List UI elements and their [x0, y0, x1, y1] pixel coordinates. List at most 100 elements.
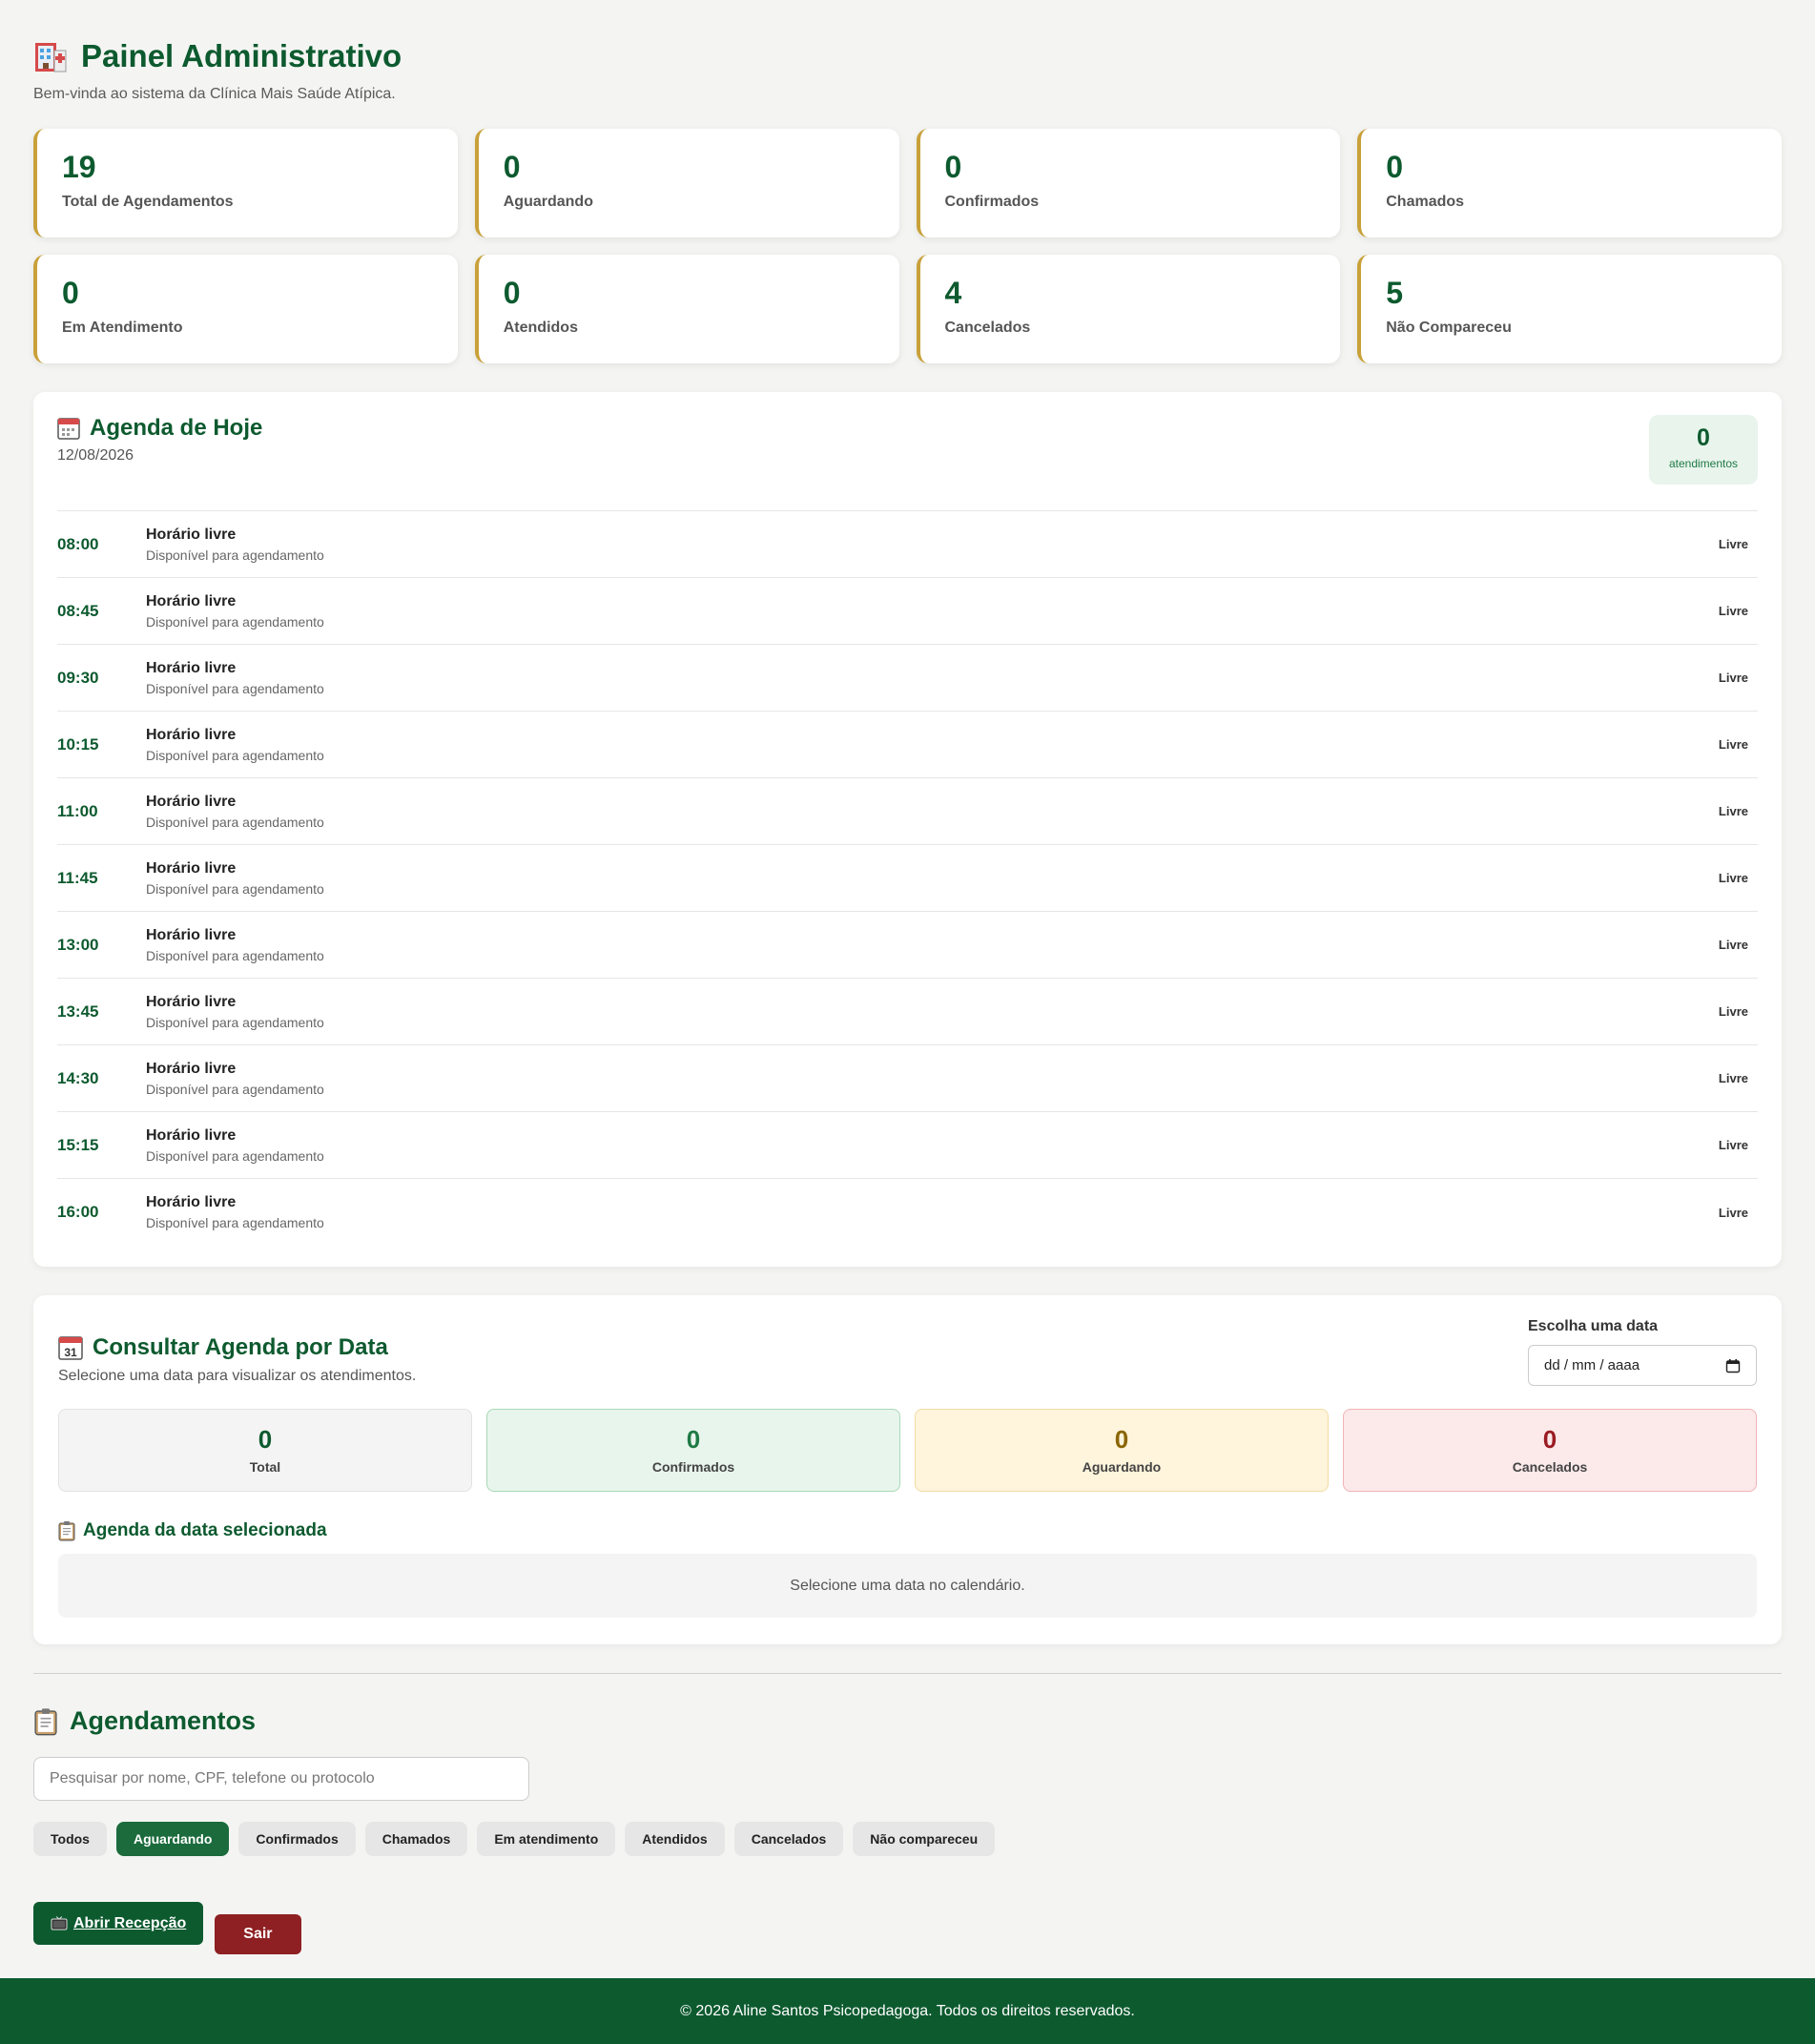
- filter-cancelados[interactable]: Cancelados: [733, 1822, 844, 1856]
- appointments-title: Agendamentos: [33, 1706, 1782, 1736]
- slot-time: 16:00: [57, 1203, 99, 1221]
- slot-title: Horário livre: [146, 926, 237, 943]
- summary-value: 0: [258, 1425, 273, 1454]
- slot-description: Disponível para agendamento: [146, 947, 324, 963]
- status-filters: Todos Aguardando Confirmados Chamados Em…: [33, 1822, 1782, 1856]
- slot-status: Livre: [1718, 804, 1748, 818]
- summary-value: 0: [686, 1425, 701, 1454]
- stat-value: 0: [62, 276, 79, 310]
- clipboard-icon: [58, 1521, 75, 1541]
- filter-aguardando[interactable]: Aguardando: [115, 1822, 230, 1856]
- summary-label: Total: [249, 1459, 281, 1475]
- stat-value: 19: [62, 150, 96, 184]
- time-slot[interactable]: 09:30 Horário livre Disponível para agenda…: [57, 645, 1758, 712]
- time-slot[interactable]: 11:00 Horário livre Disponível para agenda…: [57, 778, 1758, 845]
- stat-card-aguardando: 0 Aguardando: [474, 129, 899, 237]
- selected-date-title-text: Agenda da data selecionada: [83, 1520, 327, 1540]
- consult-title-text: Consultar Agenda por Data: [93, 1334, 388, 1360]
- slot-time: 08:00: [57, 534, 99, 553]
- slot-description: Disponível para agendamento: [146, 747, 324, 763]
- summary-total: 0 Total: [58, 1409, 472, 1492]
- slot-title: Horário livre: [146, 659, 237, 676]
- stat-card-em-atendimento: 0 Em Atendimento: [33, 255, 458, 363]
- slot-title: Horário livre: [146, 793, 237, 810]
- slot-time: 11:00: [57, 801, 98, 820]
- slot-time: 11:45: [57, 868, 98, 887]
- stat-label: Aguardando: [503, 194, 593, 210]
- time-slot[interactable]: 08:00 Horário livre Disponível para agenda…: [57, 511, 1758, 578]
- today-agenda-panel: Agenda de Hoje 12/08/2026 0 atendimentos…: [33, 392, 1782, 1267]
- stat-label: Chamados: [1386, 194, 1465, 210]
- clipboard-icon: [34, 1707, 57, 1735]
- summary-value: 0: [1542, 1425, 1557, 1454]
- time-slot[interactable]: 15:15 Horário livre Disponível para agenda…: [57, 1112, 1758, 1179]
- slot-time: 14:30: [57, 1068, 99, 1087]
- summary-cancelados: 0 Cancelados: [1343, 1409, 1757, 1492]
- slot-title: Horário livre: [146, 1194, 237, 1210]
- summary-label: Cancelados: [1512, 1459, 1588, 1475]
- slot-list: 08:00 Horário livre Disponível para agenda…: [57, 511, 1758, 1246]
- slot-status: Livre: [1718, 1205, 1748, 1220]
- filter-chamados[interactable]: Chamados: [364, 1822, 468, 1856]
- filter-atendidos[interactable]: Atendidos: [625, 1822, 725, 1856]
- slot-status: Livre: [1718, 1071, 1748, 1085]
- slot-status: Livre: [1718, 737, 1748, 752]
- slot-description: Disponível para agendamento: [146, 680, 324, 696]
- slot-status: Livre: [1718, 537, 1748, 551]
- slot-title: Horário livre: [146, 592, 237, 609]
- summary-label: Confirmados: [651, 1459, 735, 1475]
- time-slot[interactable]: 08:45 Horário livre Disponível para agenda…: [57, 578, 1758, 645]
- open-reception-button[interactable]: Abrir Recepção: [33, 1902, 204, 1945]
- tv-icon: [51, 1915, 68, 1930]
- slot-title: Horário livre: [146, 993, 237, 1010]
- time-slot[interactable]: 11:45 Horário livre Disponível para agenda…: [57, 845, 1758, 912]
- today-count-label: atendimentos: [1668, 457, 1739, 470]
- slot-description: Disponível para agendamento: [146, 814, 324, 830]
- stat-value: 0: [1386, 150, 1404, 184]
- time-slot[interactable]: 16:00 Horário livre Disponível para agenda…: [57, 1179, 1758, 1246]
- filter-nao-compareceu[interactable]: Não compareceu: [853, 1822, 996, 1856]
- slot-description: Disponível para agendamento: [146, 1081, 324, 1097]
- appointments-title-text: Agendamentos: [70, 1706, 257, 1735]
- time-slot[interactable]: 13:00 Horário livre Disponível para agenda…: [57, 912, 1758, 979]
- slot-status: Livre: [1718, 871, 1748, 885]
- selected-date-title: Agenda da data selecionada: [58, 1520, 1757, 1541]
- slot-status: Livre: [1718, 938, 1748, 952]
- time-slot[interactable]: 14:30 Horário livre Disponível para agenda…: [57, 1045, 1758, 1112]
- consult-title: 31 Consultar Agenda por Data: [58, 1334, 416, 1361]
- header: Painel Administrativo Bem-vinda ao siste…: [33, 0, 1782, 103]
- time-slot[interactable]: 10:15 Horário livre Disponível para agenda…: [57, 712, 1758, 778]
- slot-time: 08:45: [57, 601, 99, 620]
- filter-confirmados[interactable]: Confirmados: [238, 1822, 356, 1856]
- stat-card-confirmados: 0 Confirmados: [916, 129, 1341, 237]
- slot-title: Horário livre: [146, 1060, 237, 1077]
- slot-time: 15:15: [57, 1135, 99, 1154]
- stat-label: Em Atendimento: [62, 320, 183, 336]
- stat-value: 5: [1386, 276, 1404, 310]
- slot-description: Disponível para agendamento: [146, 1147, 324, 1164]
- search-input[interactable]: [33, 1757, 529, 1801]
- stat-label: Confirmados: [944, 194, 1040, 210]
- slot-title: Horário livre: [146, 1126, 237, 1144]
- filter-em-atendimento[interactable]: Em atendimento: [477, 1822, 616, 1856]
- today-date: 12/08/2026: [57, 447, 134, 464]
- date-input[interactable]: dd / mm / aaaa: [1528, 1345, 1757, 1386]
- logout-button[interactable]: Sair: [215, 1914, 301, 1954]
- stat-value: 0: [503, 276, 521, 310]
- today-agenda-title: Agenda de Hoje: [57, 415, 262, 442]
- slot-time: 13:45: [57, 1001, 99, 1021]
- footer-text: © 2026 Aline Santos Psicopedagoga. Todos…: [680, 2002, 1135, 2019]
- action-buttons: Abrir Recepção Sair: [33, 1902, 1782, 1954]
- slot-time: 09:30: [57, 668, 99, 687]
- slot-time: 13:00: [57, 935, 99, 954]
- today-count-value: 0: [1697, 424, 1710, 451]
- filter-todos[interactable]: Todos: [33, 1822, 107, 1856]
- page-title-text: Painel Administrativo: [81, 38, 402, 73]
- slot-description: Disponível para agendamento: [146, 1215, 324, 1230]
- stat-card-total: 19 Total de Agendamentos: [33, 129, 458, 237]
- slot-status: Livre: [1718, 671, 1748, 685]
- slot-status: Livre: [1718, 604, 1748, 618]
- date-summary: 0 Total 0 Confirmados 0 Aguardando 0 Cancela…: [58, 1409, 1757, 1492]
- calendar-picker-icon[interactable]: [1725, 1358, 1741, 1373]
- time-slot[interactable]: 13:45 Horário livre Disponível para agenda…: [57, 979, 1758, 1045]
